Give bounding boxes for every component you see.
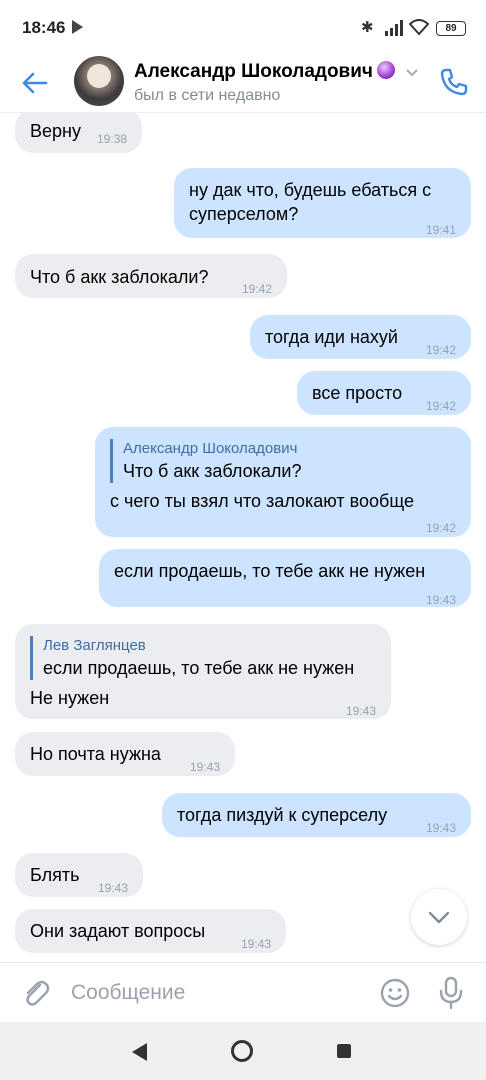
nav-home-button[interactable]	[231, 1040, 253, 1062]
message-time: 19:43	[425, 593, 456, 607]
chevron-down-icon	[428, 911, 450, 924]
scroll-to-bottom-button[interactable]	[411, 889, 467, 945]
message-bubble-outgoing[interactable]: тогда пиздуй к суперселу 19:43	[162, 793, 471, 837]
message-time: 19:42	[425, 343, 456, 357]
message-text: с чего ты взял что залокают вообще	[110, 491, 414, 511]
contact-name: Александр Шоколадович	[134, 61, 373, 82]
status-bar: 18:46 ✱ 89	[0, 0, 486, 54]
back-arrow-icon[interactable]	[20, 68, 50, 98]
message-bubble-outgoing[interactable]: все просто 19:42	[297, 371, 471, 415]
message-time: 19:43	[97, 881, 128, 895]
paperclip-icon[interactable]	[20, 977, 52, 1009]
message-time: 19:43	[189, 760, 220, 774]
emoji-smile-icon[interactable]	[379, 977, 411, 1009]
quoted-reply[interactable]: Александр Шоколадович Что б акк заблокал…	[110, 439, 456, 483]
message-time: 19:38	[96, 132, 127, 146]
reply-text: если продаешь, то тебе акк не нужен	[43, 658, 355, 678]
quoted-reply[interactable]: Лев Заглянцев если продаешь, то тебе акк…	[30, 636, 376, 680]
microphone-icon[interactable]	[437, 976, 465, 1010]
message-bubble-outgoing[interactable]: если продаешь, то тебе акк не нужен 19:4…	[99, 549, 471, 607]
clock: 18:46	[22, 18, 66, 37]
message-bubble-outgoing[interactable]: ну дак что, будешь ебаться с суперселом?…	[174, 168, 471, 238]
message-bubble-incoming[interactable]: Блять 19:43	[15, 853, 143, 897]
wifi-icon	[409, 19, 429, 35]
bluetooth-icon: ✱	[361, 19, 374, 36]
message-bubble-outgoing[interactable]: тогда иди нахуй 19:42	[250, 315, 471, 359]
message-text: тогда иди нахуй	[265, 327, 398, 347]
message-text: Но почта нужна	[30, 744, 161, 764]
system-navigation-bar	[0, 1022, 486, 1080]
crystal-ball-icon	[376, 61, 395, 79]
message-list[interactable]: Верну 19:38 ну дак что, будешь ебаться с…	[0, 113, 486, 961]
message-bubble-outgoing[interactable]: Александр Шоколадович Что б акк заблокал…	[95, 427, 471, 537]
nav-back-button[interactable]	[132, 1043, 147, 1061]
message-text: тогда пиздуй к суперселу	[177, 805, 388, 825]
message-bubble-incoming[interactable]: Они задают вопросы 19:43	[15, 909, 286, 953]
contact-name-row[interactable]: Александр Шоколадович	[134, 61, 395, 83]
message-time: 19:43	[425, 821, 456, 835]
message-text: Они задают вопросы	[30, 921, 206, 941]
message-bubble-incoming[interactable]: Что б акк заблокали? 19:42	[15, 254, 287, 298]
message-text: Верну	[30, 121, 81, 141]
reply-author: Александр Шоколадович	[123, 440, 298, 457]
avatar[interactable]	[74, 56, 124, 106]
message-text: Блять	[30, 865, 80, 885]
nav-recents-button[interactable]	[337, 1044, 351, 1058]
message-time: 19:43	[240, 937, 271, 951]
message-input[interactable]: Сообщение	[71, 981, 185, 1005]
message-time: 19:42	[425, 399, 456, 413]
last-seen-status: был в сети недавно	[134, 87, 281, 104]
message-bubble-incoming[interactable]: Верну 19:38	[15, 113, 142, 153]
phone-call-icon[interactable]	[438, 66, 470, 98]
media-play-icon	[72, 20, 83, 34]
chevron-down-icon[interactable]	[405, 68, 419, 78]
battery-icon: 89	[436, 21, 466, 36]
reply-text: Что б акк заблокали?	[123, 461, 302, 481]
message-text: Что б акк заблокали?	[30, 267, 209, 287]
cellular-signal-icon	[385, 20, 403, 36]
reply-author: Лев Заглянцев	[43, 637, 146, 654]
message-time: 19:42	[425, 521, 456, 535]
message-time: 19:41	[425, 223, 456, 237]
message-bubble-incoming[interactable]: Но почта нужна 19:43	[15, 732, 235, 776]
chat-header: Александр Шоколадович был в сети недавно	[0, 54, 486, 113]
message-text: если продаешь, то тебе акк не нужен	[114, 561, 426, 581]
message-text: Не нужен	[30, 688, 110, 708]
message-text: ну дак что, будешь ебаться с суперселом?	[189, 180, 432, 224]
message-text: все просто	[312, 383, 403, 403]
message-time: 19:43	[345, 704, 376, 718]
message-composer: Сообщение	[0, 962, 486, 1023]
message-bubble-incoming[interactable]: Лев Заглянцев если продаешь, то тебе акк…	[15, 624, 391, 719]
message-time: 19:42	[241, 282, 272, 296]
